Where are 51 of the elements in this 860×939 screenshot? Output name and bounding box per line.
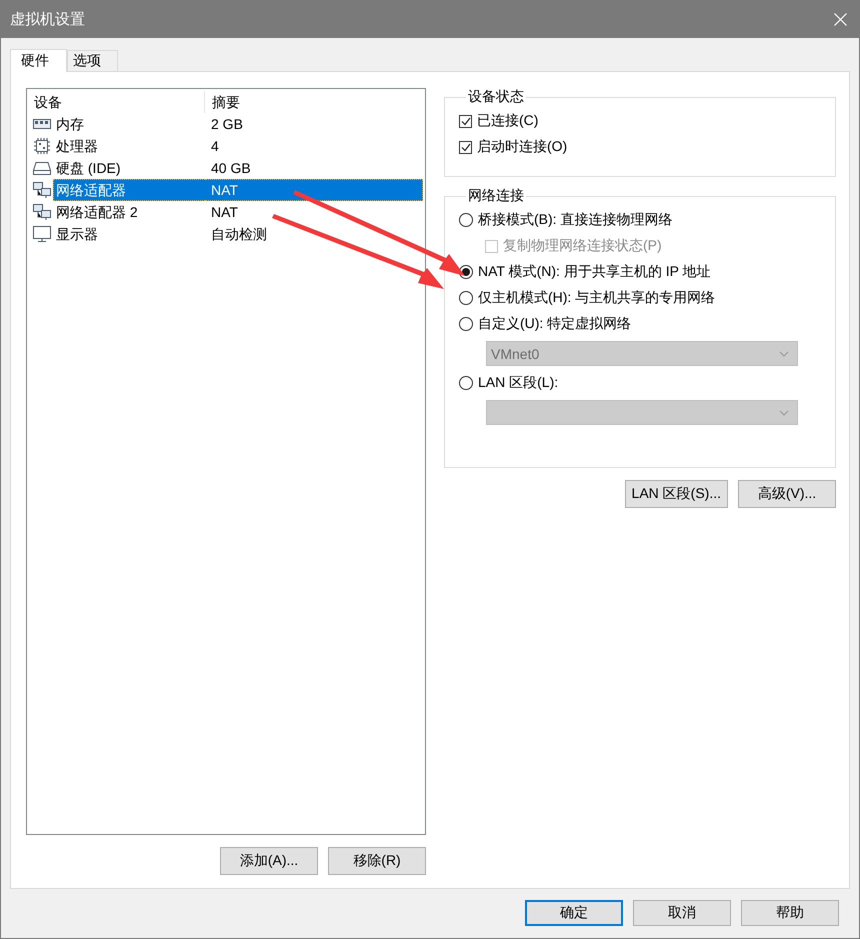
chevron-down-icon: [779, 410, 789, 416]
checkbox[interactable]: [459, 114, 472, 128]
network-icon: [33, 204, 51, 220]
radio-button[interactable]: [459, 317, 473, 331]
lan-segments-button[interactable]: LAN 区段(S)...: [624, 480, 728, 508]
dialog-button[interactable]: 确定: [525, 900, 623, 926]
advanced-button[interactable]: 高级(V)...: [738, 480, 836, 508]
checkbox-label: 已连接(C): [477, 112, 538, 130]
radio-label: 自定义(U): 特定虚拟网络: [478, 315, 632, 333]
chevron-down-icon: [779, 350, 789, 356]
device-name[interactable]: 网络适配器 2: [53, 201, 205, 223]
radio-button[interactable]: [459, 291, 473, 305]
radio-label: 仅主机模式(H): 与主机共享的专用网络: [478, 289, 716, 307]
checkbox-label: 启动时连接(O): [477, 138, 568, 156]
tab[interactable]: 选项: [67, 50, 118, 71]
disk-drive-icon: [33, 160, 51, 176]
device-summary: NAT: [205, 179, 423, 201]
dialog-button[interactable]: 帮助: [741, 900, 839, 926]
radio-button[interactable]: [459, 213, 473, 227]
remove-button[interactable]: 移除(R): [328, 847, 426, 875]
column-header[interactable]: 摘要: [205, 91, 425, 113]
chip-icon: [34, 138, 50, 154]
device-name[interactable]: 显示器: [53, 223, 205, 245]
network-icon: [33, 182, 51, 198]
close-icon[interactable]: [834, 13, 847, 26]
device-summary: 4: [210, 137, 220, 156]
device-name[interactable]: 网络适配器: [53, 179, 205, 201]
dialog-button[interactable]: 取消: [633, 900, 731, 926]
radio-label: NAT 模式(N): 用于共享主机的 IP 地址: [478, 263, 711, 281]
radio-button[interactable]: [459, 376, 473, 390]
device-summary: 2 GB: [210, 115, 244, 134]
memory-icon: [33, 117, 51, 131]
device-name[interactable]: 内存: [53, 113, 205, 135]
window-title: 虚拟机设置: [10, 10, 85, 29]
check-icon: [460, 116, 470, 126]
column-header[interactable]: 设备: [27, 91, 205, 113]
device-summary: 自动检测: [210, 225, 268, 244]
radio-label: 桥接模式(B): 直接连接物理网络: [478, 211, 672, 229]
check-icon: [460, 142, 470, 152]
device-name[interactable]: 处理器: [53, 135, 205, 157]
device-summary: NAT: [210, 203, 239, 222]
radio-label: LAN 区段(L):: [478, 374, 558, 392]
checkbox-label: 复制物理网络连接状态(P): [503, 237, 662, 255]
group-title: 设备状态: [467, 88, 525, 106]
group-title: 网络连接: [467, 187, 525, 205]
checkbox[interactable]: [459, 140, 472, 154]
device-summary: 40 GB: [210, 159, 252, 178]
tab[interactable]: 硬件: [10, 49, 67, 72]
monitor-icon: [33, 226, 51, 242]
device-name[interactable]: 硬盘 (IDE): [53, 157, 205, 179]
add-button[interactable]: 添加(A)...: [220, 847, 318, 875]
